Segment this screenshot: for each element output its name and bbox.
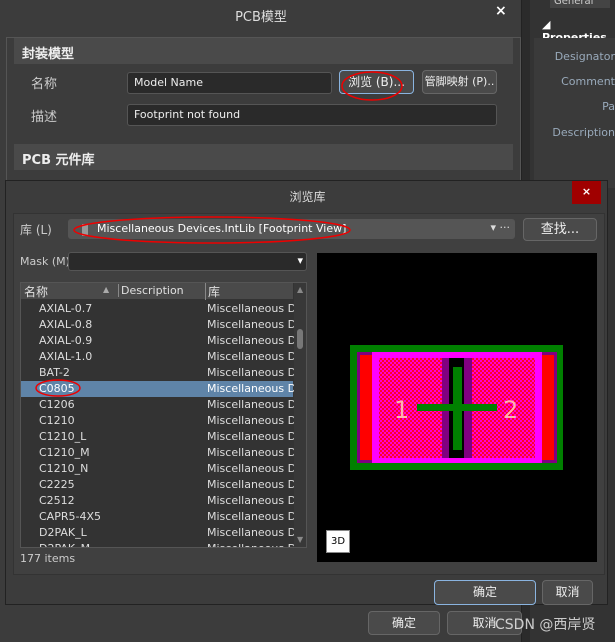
footprint-library: Miscellaneous D (207, 541, 296, 547)
footprint-library: Miscellaneous D (207, 494, 297, 507)
list-item[interactable]: BAT-2 Miscellaneous D (21, 365, 297, 381)
ok-button[interactable]: 确定 (368, 611, 440, 635)
comment-label: Comment (561, 75, 615, 88)
library-label: 库 (L) (20, 223, 52, 237)
footprint-name: AXIAL-0.9 (39, 334, 93, 347)
footprint-name: D2PAK_M (39, 541, 90, 547)
footprint-library: Miscellaneous D (207, 334, 297, 347)
dialog-title: PCB模型 (235, 10, 287, 25)
list-item[interactable]: C1210_L Miscellaneous D (21, 429, 297, 445)
close-button[interactable]: × (572, 181, 601, 204)
footprint-name: AXIAL-0.8 (39, 318, 93, 331)
pad-1-label: 1 (394, 396, 409, 424)
footprint-name: C1210_M (39, 446, 90, 459)
list-item[interactable]: C2512 Miscellaneous D (21, 493, 297, 509)
footprint-name: CAPR5-4X5 (39, 510, 101, 523)
footprint-name: C1210 (39, 414, 75, 427)
library-section: PCB 元件库 (14, 144, 513, 170)
mask-input[interactable]: ▾ (68, 252, 307, 271)
find-button[interactable]: 查找... (523, 218, 597, 241)
chevron-down-icon: ▾ ··· (490, 221, 510, 234)
designator-label: Designator (554, 50, 615, 63)
footprint-library: Miscellaneous D (207, 510, 297, 523)
list-item[interactable]: C1210 Miscellaneous D (21, 413, 297, 429)
list-header: 名称 ▲ Description 库 (21, 283, 293, 300)
footprint-name: C1210_L (39, 430, 87, 443)
dialog-title: 浏览库 (289, 190, 326, 204)
name-label: 名称 (31, 77, 58, 92)
mask-label: Mask (M) (20, 255, 70, 268)
footprint-list: 名称 ▲ Description 库 AXIAL-0.7 Miscellaneou… (20, 282, 307, 548)
close-icon[interactable]: × (495, 3, 507, 19)
column-description[interactable]: Description (118, 284, 184, 297)
3d-toggle-button[interactable]: 3D (326, 530, 350, 553)
footprint-library: Miscellaneous D (207, 430, 297, 443)
footprint-name: C1206 (39, 398, 75, 411)
library-icon (82, 224, 88, 236)
footprint-name: C1210_N (39, 462, 89, 475)
list-item[interactable]: AXIAL-0.7 Miscellaneous D (21, 301, 297, 317)
footprint-name: C2225 (39, 478, 75, 491)
footprint-library: Miscellaneous D (207, 446, 297, 459)
library-select[interactable]: Miscellaneous Devices.IntLib [Footprint … (68, 219, 515, 239)
cancel-button[interactable]: 取消 (542, 580, 593, 605)
footprint-library: Miscellaneous D (207, 318, 297, 331)
footprint-name: AXIAL-1.0 (39, 350, 93, 363)
list-item[interactable]: CAPR5-4X5 Miscellaneous D (21, 509, 297, 525)
footprint-library: Miscellaneous D (207, 462, 297, 475)
description-label: Description (552, 126, 615, 139)
footprint-section: 封装模型 (14, 38, 513, 64)
list-item[interactable]: C0805 Miscellaneous D (21, 381, 297, 397)
list-item[interactable]: AXIAL-0.9 Miscellaneous D (21, 333, 297, 349)
list-item[interactable]: AXIAL-1.0 Miscellaneous D (21, 349, 297, 365)
footprint-name: BAT-2 (39, 366, 70, 379)
footprint-preview[interactable]: 1 2 3D (317, 253, 597, 562)
item-count: 177 items (20, 552, 76, 565)
list-item[interactable]: D2PAK_M Miscellaneous D (21, 541, 296, 547)
footprint-library: Miscellaneous D (207, 366, 297, 379)
footprint-drawing: 1 2 (350, 345, 563, 470)
list-item[interactable]: C1206 Miscellaneous D (21, 397, 297, 413)
footprint-library: Miscellaneous D (207, 302, 297, 315)
sort-asc-icon: ▲ (103, 285, 110, 294)
footprint-name: C2512 (39, 494, 75, 507)
list-item[interactable]: C1210_N Miscellaneous D (21, 461, 297, 477)
footprint-library: Miscellaneous D (207, 350, 297, 363)
column-name[interactable]: 名称 (24, 283, 48, 300)
footprint-library: Miscellaneous D (207, 414, 297, 427)
footprint-name: AXIAL-0.7 (39, 302, 93, 315)
pin-map-button[interactable]: 管脚映射 (P).. (422, 70, 497, 94)
footprint-library: Miscellaneous D (207, 478, 297, 491)
column-library[interactable]: 库 (205, 283, 220, 300)
footprint-name: D2PAK_L (39, 526, 87, 539)
part-label: Pa (602, 100, 615, 113)
desc-input[interactable]: Footprint not found (127, 104, 497, 126)
list-item[interactable]: AXIAL-0.8 Miscellaneous D (21, 317, 297, 333)
watermark: CSDN @西岸贤 (495, 617, 596, 633)
footprint-library: Miscellaneous D (207, 398, 297, 411)
footprint-library: Miscellaneous D (207, 382, 297, 395)
footprint-library: Miscellaneous D (207, 526, 297, 539)
list-item[interactable]: C2225 Miscellaneous D (21, 477, 297, 493)
scrollbar[interactable]: ▲ ▼ (294, 283, 306, 547)
desc-label: 描述 (31, 110, 58, 125)
tab-general[interactable]: General (550, 0, 610, 8)
footprint-name: C0805 (39, 382, 75, 395)
browse-button[interactable]: 浏览 (B)... (339, 70, 414, 94)
chevron-down-icon: ▾ (297, 254, 303, 267)
list-item[interactable]: C1210_M Miscellaneous D (21, 445, 297, 461)
properties-body: Designator Comment Pa Description (534, 38, 615, 188)
list-item[interactable]: D2PAK_L Miscellaneous D (21, 525, 297, 541)
pad-2-label: 2 (503, 396, 518, 424)
scrollbar-thumb[interactable] (297, 329, 303, 349)
name-input[interactable]: Model Name (127, 72, 332, 94)
ok-button[interactable]: 确定 (434, 580, 536, 605)
